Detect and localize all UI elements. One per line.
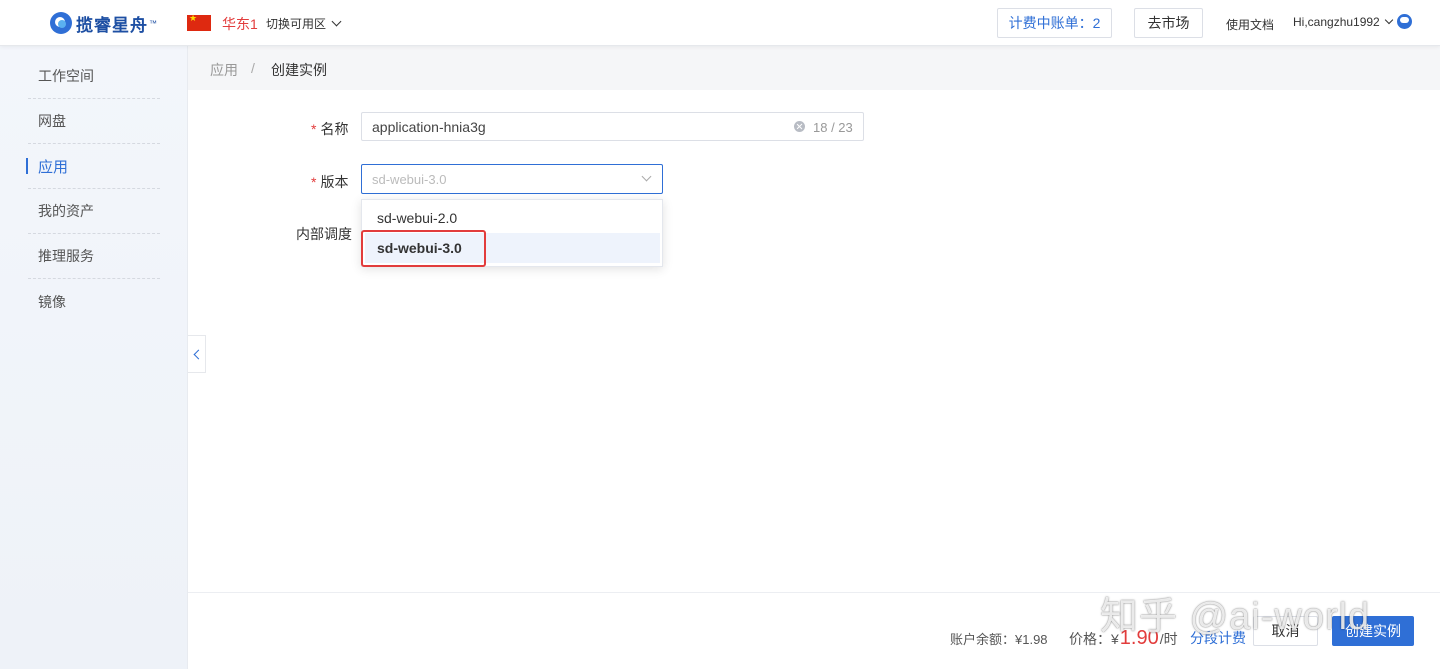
breadcrumb: 应用 / 创建实例 [188,46,1440,90]
sidebar-item-label: 工作空间 [38,68,94,84]
cancel-button[interactable]: 取消 [1253,616,1318,646]
user-name: Hi,cangzhu1992 [1293,15,1380,29]
region-label: 华东1 [222,16,258,32]
version-option-selected[interactable]: sd-webui-3.0 [365,233,660,263]
sidebar-item-workspace[interactable]: 工作空间 [28,54,160,99]
version-label-text: 版本 [320,174,349,190]
breadcrumb-parent[interactable]: 应用 [210,60,238,80]
switch-zone-dropdown[interactable]: 切换可用区 [266,15,342,32]
version-select[interactable]: sd-webui-3.0 [361,164,663,194]
breadcrumb-separator: / [251,60,255,76]
price-value: 1.90 [1119,627,1159,649]
price-unit: /时 [1159,631,1178,647]
scheduling-label: 内部调度 [296,226,352,242]
version-option[interactable]: sd-webui-2.0 [365,203,660,233]
sidebar-item-netdisk[interactable]: 网盘 [28,99,160,144]
docs-link[interactable]: 使用文档 [1226,16,1274,33]
required-mark: * [311,121,317,137]
china-flag-icon [187,13,211,31]
sidebar-item-label: 网盘 [38,113,66,129]
price-display: 价格：¥ 1.90 /时 [1069,627,1178,650]
breadcrumb-current: 创建实例 [271,62,327,78]
sidebar: 工作空间 网盘 应用 我的资产 推理服务 镜像 [0,46,188,669]
chevron-down-icon [641,171,652,182]
required-mark: * [311,174,317,190]
create-instance-button[interactable]: 创建实例 [1332,616,1414,646]
sidebar-item-label: 镜像 [38,293,66,310]
sidebar-item-images[interactable]: 镜像 [28,279,160,324]
version-dropdown: sd-webui-2.0 sd-webui-3.0 [361,199,663,267]
sidebar-item-apps[interactable]: 应用 [26,144,160,189]
chevron-down-icon [1384,15,1393,25]
version-field-label: * 版本 [311,172,348,192]
market-button[interactable]: 去市场 [1134,8,1203,38]
assistant-icon[interactable] [1397,14,1412,29]
chevron-left-icon [193,349,203,359]
price-prefix: 价格：¥ [1069,631,1119,647]
tiered-billing-link[interactable]: 分段计费 [1190,628,1246,648]
billing-button[interactable]: 计费中账单：2 [997,8,1112,38]
name-field-label: * 名称 [311,119,348,139]
logo-icon [50,12,72,34]
sidebar-item-label: 推理服务 [38,248,94,264]
brand-logo[interactable]: 揽睿星舟 ™ [50,11,157,36]
name-input-value: application-hnia3g [372,119,486,135]
logo-text: 揽睿星舟 [76,15,148,36]
logo-trademark: ™ [149,18,157,28]
sidebar-item-assets[interactable]: 我的资产 [28,189,160,234]
sidebar-item-label: 应用 [38,158,69,176]
name-label-text: 名称 [320,121,349,137]
chevron-down-icon [331,16,342,27]
sidebar-item-inference[interactable]: 推理服务 [28,234,160,279]
clear-icon[interactable] [794,121,805,132]
account-balance: 账户余额：¥1.98 [950,632,1048,647]
top-header: 揽睿星舟 ™ 华东1 切换可用区 计费中账单：2 去市场 使用文档 Hi,can… [0,0,1440,46]
switch-zone-label: 切换可用区 [266,17,327,31]
user-menu[interactable]: Hi,cangzhu1992 [1293,15,1393,29]
char-counter: 18 / 23 [813,120,853,135]
sidebar-collapse-button[interactable] [188,335,206,373]
sidebar-item-label: 我的资产 [38,203,94,219]
name-input[interactable]: application-hnia3g 18 / 23 [361,112,864,141]
version-select-placeholder: sd-webui-3.0 [372,172,447,187]
